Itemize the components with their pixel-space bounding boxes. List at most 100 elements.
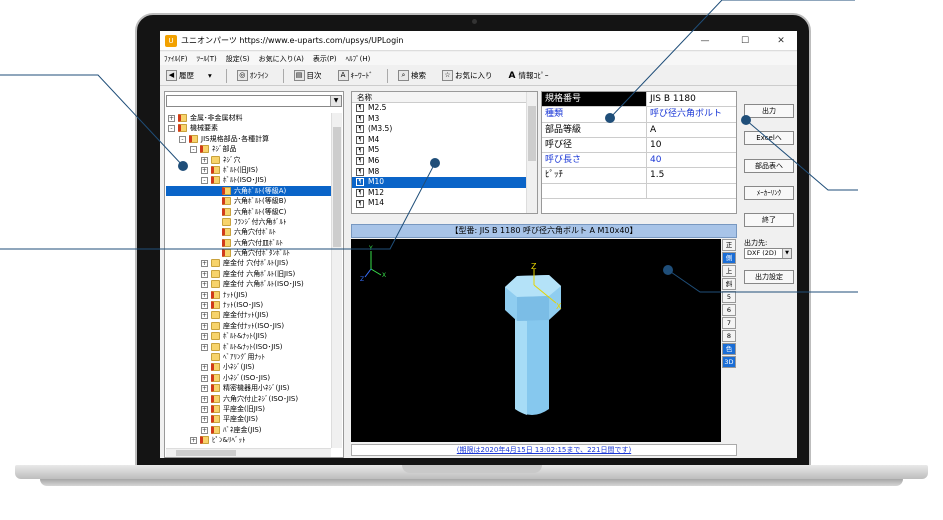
tree-node[interactable]: + 座金付 穴付ﾎﾞﾙﾄ(JIS) bbox=[166, 258, 331, 268]
excel-button[interactable]: Excelへ bbox=[744, 131, 794, 145]
tree-node[interactable]: - ﾎﾞﾙﾄ(ISO･JIS) bbox=[166, 175, 331, 185]
expand-icon[interactable]: + bbox=[190, 437, 197, 445]
list-item[interactable]: ¶ M6 bbox=[352, 156, 537, 167]
tree-node[interactable]: + 小ﾈｼﾞ(JIS) bbox=[166, 362, 331, 372]
view-mode-button[interactable]: 上 bbox=[722, 265, 736, 277]
maker-link-button[interactable]: ﾒｰｶｰﾘﾝｸ bbox=[744, 186, 794, 200]
expand-icon[interactable]: + bbox=[201, 426, 208, 434]
keyword-button[interactable]: A ｷｰﾜｰﾄﾞ bbox=[336, 68, 376, 84]
menu-tools[interactable]: ﾂｰﾙ(T) bbox=[197, 54, 217, 64]
3d-viewport[interactable]: Y X Z Z X bbox=[351, 239, 721, 442]
tree-node[interactable]: + ﾎﾞﾙﾄ&ﾅｯﾄ(JIS) bbox=[166, 331, 331, 341]
tree-node[interactable]: + 平座金(旧JIS) bbox=[166, 404, 331, 414]
list-item[interactable]: ¶ M3 bbox=[352, 114, 537, 125]
expand-icon[interactable]: + bbox=[201, 312, 208, 320]
property-value[interactable]: 呼び径六角ボルト bbox=[647, 107, 736, 121]
property-key[interactable]: 呼び長さ bbox=[542, 153, 647, 168]
collapse-icon[interactable]: - bbox=[179, 135, 186, 143]
view-mode-button[interactable]: 3D bbox=[722, 356, 736, 368]
minimize-button[interactable]: — bbox=[690, 31, 720, 51]
list-item[interactable]: ¶ (M3.5) bbox=[352, 124, 537, 135]
expand-icon[interactable]: + bbox=[201, 405, 208, 413]
view-mode-button[interactable]: 斜 bbox=[722, 278, 736, 290]
tree-node[interactable]: 六角ﾎﾞﾙﾄ(等級A) bbox=[166, 185, 331, 197]
tree-node[interactable]: + 座金付 六角ﾎﾞﾙﾄ(ISO･JIS) bbox=[166, 279, 331, 289]
scroll-thumb[interactable] bbox=[333, 127, 341, 247]
favorites-button[interactable]: ☆ お気に入り bbox=[440, 68, 495, 84]
collapse-icon[interactable]: - bbox=[190, 146, 197, 154]
expand-icon[interactable]: + bbox=[201, 395, 208, 403]
close-button[interactable]: ✕ bbox=[766, 31, 796, 51]
expand-icon[interactable]: + bbox=[201, 270, 208, 278]
tree-node[interactable]: + ﾎﾞﾙﾄ(旧JIS) bbox=[166, 165, 331, 175]
list-item[interactable]: ¶ M4 bbox=[352, 135, 537, 146]
tree-vscrollbar[interactable] bbox=[331, 113, 342, 448]
search-button[interactable]: ⌕ 検索 bbox=[396, 68, 428, 84]
expand-icon[interactable]: + bbox=[201, 364, 208, 372]
expand-icon[interactable]: + bbox=[168, 115, 175, 122]
expand-icon[interactable]: + bbox=[201, 156, 208, 164]
expand-icon[interactable]: + bbox=[201, 281, 208, 289]
expand-icon[interactable]: + bbox=[201, 260, 208, 268]
tree-node[interactable]: 六角穴付皿ﾎﾞﾙﾄ bbox=[166, 238, 331, 248]
list-item[interactable]: ¶ M12 bbox=[352, 188, 537, 199]
category-combo[interactable]: ▼ bbox=[166, 95, 342, 107]
end-button[interactable]: 終了 bbox=[744, 213, 794, 227]
tree-node[interactable]: + ﾋﾟﾝ&ﾘﾍﾞｯﾄ bbox=[166, 435, 331, 445]
tree-node[interactable]: 六角穴付ﾎﾞﾀﾝﾎﾞﾙﾄ bbox=[166, 248, 331, 258]
scroll-thumb[interactable] bbox=[176, 450, 236, 456]
tree-node[interactable]: + 六角穴付止ﾈｼﾞ(ISO･JIS) bbox=[166, 394, 331, 404]
menu-settings[interactable]: 設定(S) bbox=[226, 54, 250, 64]
menu-help[interactable]: ﾍﾙﾌﾟ(H) bbox=[346, 54, 371, 64]
view-mode-button[interactable]: 8 bbox=[722, 330, 736, 342]
output-settings-button[interactable]: 出力設定 bbox=[744, 270, 794, 284]
view-mode-button[interactable]: 側 bbox=[722, 252, 736, 264]
tree-node[interactable]: + ﾅｯﾄ(JIS) bbox=[166, 290, 331, 300]
expand-icon[interactable]: + bbox=[201, 166, 208, 174]
menu-favorites[interactable]: お気に入り(A) bbox=[259, 54, 304, 64]
expand-icon[interactable]: + bbox=[201, 416, 208, 424]
tree-node[interactable]: 六角穴付ﾎﾞﾙﾄ bbox=[166, 227, 331, 237]
history-button[interactable]: ◀ 履歴 ▾ bbox=[164, 68, 214, 84]
menu-view[interactable]: 表示(P) bbox=[313, 54, 337, 64]
output-button[interactable]: 出力 bbox=[744, 104, 794, 118]
tree-node[interactable]: 六角ﾎﾞﾙﾄ(等級B) bbox=[166, 196, 331, 206]
online-button[interactable]: ◎ ｵﾝﾗｲﾝ bbox=[235, 68, 271, 84]
maximize-button[interactable]: ☐ bbox=[730, 31, 760, 51]
tree-node[interactable]: + 平座金(JIS) bbox=[166, 414, 331, 424]
expand-icon[interactable]: + bbox=[201, 374, 208, 382]
tree-node[interactable]: - 機械要素 bbox=[166, 123, 331, 133]
tree-node[interactable]: + 金属･非金属材料 bbox=[166, 113, 331, 123]
view-mode-button[interactable]: 正 bbox=[722, 239, 736, 251]
menu-file[interactable]: ﾌｧｲﾙ(F) bbox=[164, 54, 188, 64]
view-mode-button[interactable]: 色 bbox=[722, 343, 736, 355]
expand-icon[interactable]: + bbox=[201, 333, 208, 341]
tree-node[interactable]: ﾍﾞｱﾘﾝｸﾞ用ﾅｯﾄ bbox=[166, 352, 331, 362]
property-key[interactable]: 種類 bbox=[542, 107, 647, 122]
tree-hscrollbar[interactable] bbox=[166, 448, 331, 457]
view-mode-button[interactable]: 7 bbox=[722, 317, 736, 329]
view-mode-button[interactable]: 6 bbox=[722, 304, 736, 316]
tree-node[interactable]: + 小ﾈｼﾞ(ISO･JIS) bbox=[166, 373, 331, 383]
tree-node[interactable]: + 座金付 六角ﾎﾞﾙﾄ(旧JIS) bbox=[166, 269, 331, 279]
list-item[interactable]: ¶ M5 bbox=[352, 145, 537, 156]
bom-button[interactable]: 部品表へ bbox=[744, 159, 794, 173]
list-item[interactable]: ¶ M10 bbox=[352, 177, 537, 188]
output-dest-select[interactable]: DXF (2D) ▼ bbox=[744, 248, 792, 259]
expand-icon[interactable]: + bbox=[201, 322, 208, 330]
collapse-icon[interactable]: - bbox=[201, 177, 208, 185]
tree-node[interactable]: - JIS規格部品･各種計算 bbox=[166, 134, 331, 144]
expand-icon[interactable]: + bbox=[201, 385, 208, 393]
toc-button[interactable]: ▤ 目次 bbox=[292, 68, 324, 84]
tree-node[interactable]: + ﾎﾞﾙﾄ&ﾅｯﾄ(ISO･JIS) bbox=[166, 342, 331, 352]
tree-node[interactable]: + ﾅｯﾄ(ISO･JIS) bbox=[166, 300, 331, 310]
expand-icon[interactable]: + bbox=[201, 302, 208, 310]
list-vscrollbar[interactable] bbox=[526, 92, 537, 213]
tree-node[interactable]: 六角ﾎﾞﾙﾄ(等級C) bbox=[166, 207, 331, 217]
tree-node[interactable]: + 精密機器用小ﾈｼﾞ(JIS) bbox=[166, 383, 331, 393]
tree-node[interactable]: ﾌﾗﾝｼﾞ付六角ﾎﾞﾙﾄ bbox=[166, 217, 331, 227]
license-expiry-link[interactable]: (期限は2020年4月15日 13:02:15まで、221日間です) bbox=[351, 444, 737, 456]
list-item[interactable]: ¶ M8 bbox=[352, 167, 537, 178]
view-mode-button[interactable]: 5 bbox=[722, 291, 736, 303]
tree-node[interactable]: + 座金付ﾅｯﾄ(ISO･JIS) bbox=[166, 321, 331, 331]
